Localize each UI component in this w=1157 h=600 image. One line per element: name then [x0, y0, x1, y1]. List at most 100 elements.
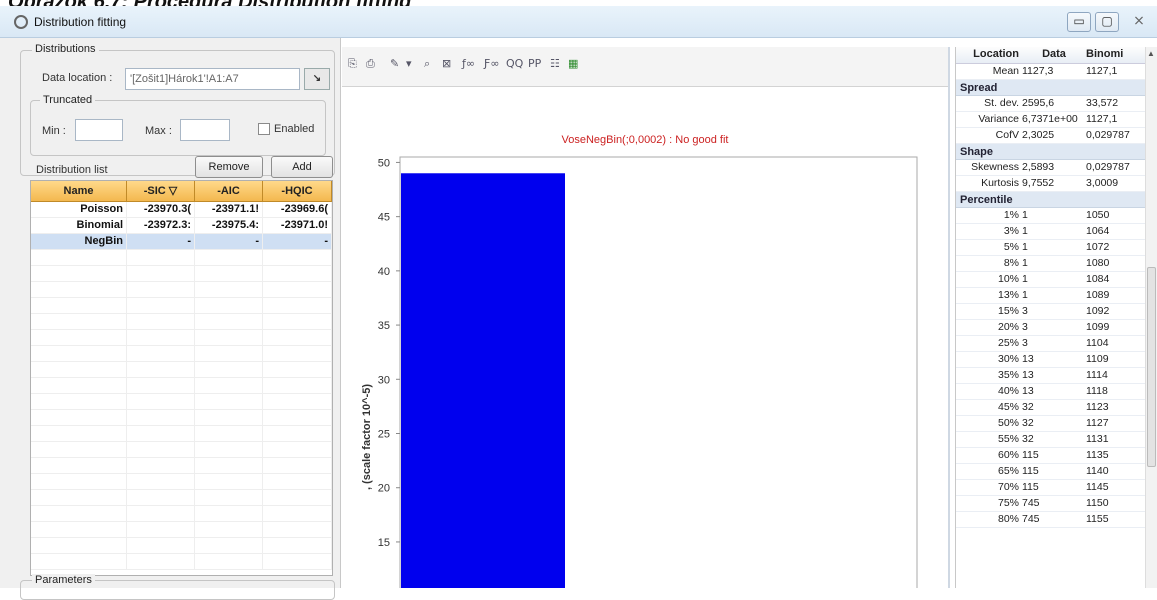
excel-icon[interactable]: ▦ — [568, 57, 578, 70]
y-tick-label: 20 — [378, 483, 390, 495]
grid-header-hqic[interactable]: -HQIC — [263, 181, 332, 201]
zoom-icon[interactable]: ⌕ — [424, 57, 430, 71]
empty-row — [31, 554, 332, 570]
y-tick-label: 25 — [378, 429, 390, 441]
scroll-up-icon[interactable]: ▲ — [1147, 49, 1155, 58]
chart-toolbar: ⎘ ⎙ ✎ ▾ ⌕ ⊠ ƒ∞ Ƒ∞ QQ PP ☷ ▦ — [342, 47, 948, 87]
empty-row — [31, 282, 332, 298]
stats-section-shape: Shape — [956, 144, 1157, 160]
empty-row — [31, 298, 332, 314]
empty-row — [31, 474, 332, 490]
close-button[interactable]: ⨯ — [1127, 12, 1151, 32]
stats-row: 5% 1 1072 — [956, 240, 1157, 256]
empty-row — [31, 346, 332, 362]
list-icon[interactable]: ☷ — [550, 57, 560, 70]
empty-row — [31, 378, 332, 394]
window-title: Distribution fitting — [34, 15, 127, 29]
empty-row — [31, 538, 332, 554]
stats-row: 50% 32 1127 — [956, 416, 1157, 432]
scroll-thumb[interactable] — [1147, 267, 1156, 467]
min-label: Min : — [42, 125, 66, 137]
chart-bar — [401, 173, 565, 600]
empty-row — [31, 506, 332, 522]
empty-row — [31, 426, 332, 442]
print-icon[interactable]: ⎙ — [366, 57, 375, 71]
stats-row: 8% 1 1080 — [956, 256, 1157, 272]
stats-header: Location Data Binomi — [956, 47, 1157, 64]
distribution-list-grid: Name -SIC ▽ -AIC -HQIC Poisson -23970.3(… — [30, 180, 333, 576]
min-field[interactable] — [75, 119, 123, 141]
splitter[interactable] — [948, 47, 950, 588]
range-picker-button[interactable]: ↘ — [304, 68, 330, 90]
fit-icon[interactable]: ⊠ — [442, 57, 451, 70]
qq-plot-icon[interactable]: QQ — [506, 57, 523, 70]
window-titlebar: Distribution fitting ▭ ▢ ⨯ — [0, 6, 1157, 38]
y-tick-label: 45 — [378, 212, 390, 224]
empty-row — [31, 250, 332, 266]
empty-rows — [31, 250, 332, 570]
empty-row — [31, 394, 332, 410]
y-tick-label: 30 — [378, 374, 390, 386]
fx2-icon[interactable]: Ƒ∞ — [484, 57, 500, 70]
table-row[interactable]: Poisson -23970.3( -23971.1! -23969.6( — [31, 202, 332, 218]
stats-row: 80% 745 1155 — [956, 512, 1157, 528]
y-tick-label: 50 — [378, 157, 390, 169]
y-tick-label: 40 — [378, 266, 390, 278]
empty-row — [31, 266, 332, 282]
remove-button[interactable]: Remove — [195, 156, 263, 178]
table-row-selected[interactable]: NegBin - - - — [31, 234, 332, 250]
y-tick-label: 35 — [378, 320, 390, 332]
data-location-label: Data location : — [42, 72, 113, 84]
statistics-pane: Location Data Binomi Mean 1127,3 1127,1 Spr… — [955, 47, 1157, 588]
stats-row: 15% 3 1092 — [956, 304, 1157, 320]
y-axis-label: , (scale factor 10^-5) — [361, 384, 373, 490]
grid-header-sic[interactable]: -SIC ▽ — [127, 181, 195, 201]
add-button[interactable]: Add — [271, 156, 333, 178]
empty-row — [31, 458, 332, 474]
stats-row: 3% 1 1064 — [956, 224, 1157, 240]
brush-icon[interactable]: ✎ — [390, 57, 399, 70]
grid-header: Name -SIC ▽ -AIC -HQIC — [31, 181, 332, 202]
data-location-field[interactable]: '[Zošit1]Hárok1'!A1:A7 — [125, 68, 300, 90]
copy-icon[interactable]: ⎘ — [348, 57, 357, 71]
chart-pane: VoseNegBin(;0,0002) : No good fit 101520… — [342, 87, 948, 600]
empty-row — [31, 330, 332, 346]
stats-row: 30% 13 1109 — [956, 352, 1157, 368]
empty-row — [31, 410, 332, 426]
stats-row: 65% 115 1140 — [956, 464, 1157, 480]
grid-header-name[interactable]: Name — [31, 181, 127, 201]
stats-row: 25% 3 1104 — [956, 336, 1157, 352]
stats-row: CofV 2,3025 0,029787 — [956, 128, 1157, 144]
stats-row: St. dev. 2595,6 33,572 — [956, 96, 1157, 112]
maximize-button[interactable]: ▢ — [1095, 12, 1119, 32]
stats-row: Variance 6,7371e+00 1127,1 — [956, 112, 1157, 128]
stats-row: 10% 1 1084 — [956, 272, 1157, 288]
stats-row: 60% 115 1135 — [956, 448, 1157, 464]
stats-row: Kurtosis 9,7552 3,0009 — [956, 176, 1157, 192]
max-field[interactable] — [180, 119, 230, 141]
stats-scrollbar[interactable]: ▲ — [1145, 47, 1157, 588]
grid-header-aic[interactable]: -AIC — [195, 181, 263, 201]
enabled-label: Enabled — [274, 123, 315, 135]
dropdown-icon[interactable]: ▾ — [406, 57, 412, 70]
empty-row — [31, 490, 332, 506]
stats-row: Skewness 2,5893 0,029787 — [956, 160, 1157, 176]
stats-body: Mean 1127,3 1127,1 Spread St. dev. 2595,6 33,5… — [956, 64, 1157, 528]
empty-row — [31, 522, 332, 538]
pp-plot-icon[interactable]: PP — [528, 57, 541, 70]
table-row[interactable]: Binomial -23972.3: -23975.4: -23971.0! — [31, 218, 332, 234]
empty-row — [31, 314, 332, 330]
chart-title: VoseNegBin(;0,0002) : No good fit — [562, 134, 729, 146]
truncated-group-label: Truncated — [40, 94, 96, 106]
stats-row: 1% 1 1050 — [956, 208, 1157, 224]
stats-row: 75% 745 1150 — [956, 496, 1157, 512]
distributions-group-label: Distributions — [32, 43, 99, 55]
empty-row — [31, 362, 332, 378]
stats-header-data: Data — [1042, 48, 1066, 60]
minimize-button[interactable]: ▭ — [1067, 12, 1091, 32]
stats-header-binomial: Binomi — [1086, 48, 1124, 60]
stats-row: 70% 115 1145 — [956, 480, 1157, 496]
stats-row: 20% 3 1099 — [956, 320, 1157, 336]
fx-icon[interactable]: ƒ∞ — [462, 57, 475, 70]
enabled-checkbox[interactable] — [258, 123, 270, 135]
